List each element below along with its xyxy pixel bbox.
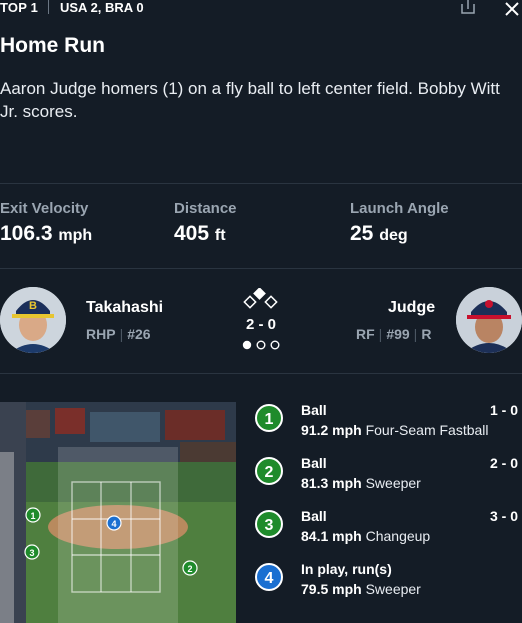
pitch-marker[interactable]: 4	[106, 515, 122, 531]
stat-value: 405 ft	[174, 222, 237, 246]
pitch-count: 1 - 0	[489, 402, 518, 418]
pitch-list-item[interactable]: 4 In play, run(s) 79.5 mph Sweeper	[255, 561, 522, 607]
batter-avatar	[456, 287, 522, 353]
pitch-speed: 81.3 mph	[301, 475, 362, 491]
pitch-description: 91.2 mph Four-Seam Fastball	[301, 422, 489, 438]
bases-icon	[243, 288, 278, 309]
svg-text:B: B	[29, 300, 37, 312]
pitch-number-badge: 2	[255, 457, 283, 485]
pitch-result: Ball	[301, 455, 327, 471]
batter-meta: RF | #99 | R	[356, 326, 431, 342]
divider: |	[413, 326, 418, 342]
stat-number: 405	[174, 222, 210, 245]
ball-strike-count: 2 - 0	[245, 316, 276, 333]
pitch-result: In play, run(s)	[301, 561, 392, 577]
inning-label: TOP 1	[0, 0, 39, 15]
stat-exit-velocity: Exit Velocity 106.3 mph	[0, 200, 92, 246]
stat-unit: deg	[379, 227, 408, 244]
pitcher-meta: RHP | #26	[86, 326, 151, 342]
pitch-speed: 91.2 mph	[301, 422, 362, 438]
pitch-description: 79.5 mph Sweeper	[301, 581, 421, 597]
pitcher-number: #26	[127, 326, 151, 342]
batter-number: #99	[386, 326, 410, 342]
stat-unit: mph	[58, 227, 93, 244]
pitch-marker[interactable]: 1	[25, 507, 41, 523]
batter-position: RF	[356, 326, 375, 342]
pitcher-avatar: B	[0, 287, 66, 353]
batter-name: Judge	[388, 299, 436, 316]
pitch-type: Four-Seam Fastball	[365, 422, 489, 438]
share-icon[interactable]	[460, 0, 476, 14]
pitch-list-item[interactable]: 3 Ball 3 - 0 84.1 mph Changeup	[255, 508, 522, 554]
pitch-count: 3 - 0	[489, 508, 518, 524]
stat-number: 106.3	[0, 222, 53, 245]
play-description: Aaron Judge homers (1) on a fly ball to …	[0, 79, 500, 121]
stat-label: Exit Velocity	[0, 200, 89, 217]
pitch-list-item[interactable]: 2 Ball 2 - 0 81.3 mph Sweeper	[255, 455, 522, 501]
stat-label: Launch Angle	[350, 200, 449, 217]
pitcher-name: Takahashi	[86, 299, 164, 316]
stat-value: 25 deg	[350, 222, 449, 246]
pitch-type: Sweeper	[365, 581, 421, 597]
pitch-speed: 79.5 mph	[301, 581, 362, 597]
divider: |	[378, 326, 383, 342]
divider	[48, 0, 49, 14]
divider	[0, 268, 522, 269]
stat-launch-angle: Launch Angle 25 deg	[350, 200, 449, 246]
divider	[0, 183, 522, 184]
pitch-list-item[interactable]: 1 Ball 1 - 0 91.2 mph Four-Seam Fastball	[255, 402, 522, 448]
batter-bats: R	[421, 326, 432, 342]
pitch-number-badge: 1	[255, 404, 283, 432]
pitch-description: 81.3 mph Sweeper	[301, 475, 421, 491]
pitch-count: 2 - 0	[489, 455, 518, 471]
pitch-location-field: 1 2 3 4	[0, 402, 236, 623]
svg-text:2: 2	[187, 564, 192, 574]
play-title: Home Run	[0, 34, 105, 57]
pitch-description: 84.1 mph Changeup	[301, 528, 430, 544]
svg-text:1: 1	[30, 511, 35, 521]
pitch-type: Sweeper	[365, 475, 421, 491]
pitch-result: Ball	[301, 402, 327, 418]
pitch-number-badge: 3	[255, 510, 283, 538]
pitch-type: Changeup	[365, 528, 431, 544]
divider	[0, 373, 522, 374]
svg-text:4: 4	[111, 519, 116, 529]
pitch-number-badge: 4	[255, 563, 283, 591]
stat-distance: Distance 405 ft	[174, 200, 237, 246]
pitch-result: Ball	[301, 508, 327, 524]
pitch-marker[interactable]: 2	[182, 560, 198, 576]
stat-label: Distance	[174, 200, 237, 217]
stat-value: 106.3 mph	[0, 222, 92, 246]
outs-indicator	[242, 340, 280, 350]
pitch-marker[interactable]: 3	[24, 544, 40, 560]
stat-number: 25	[350, 222, 374, 245]
score-label: USA 2, BRA 0	[60, 0, 144, 15]
stat-unit: ft	[214, 227, 226, 244]
divider: |	[119, 326, 124, 342]
close-icon[interactable]	[503, 0, 521, 18]
top-bar: TOP 1 USA 2, BRA 0	[0, 0, 522, 18]
svg-text:3: 3	[29, 548, 34, 558]
pitcher-hand: RHP	[86, 326, 116, 342]
pitch-speed: 84.1 mph	[301, 528, 362, 544]
